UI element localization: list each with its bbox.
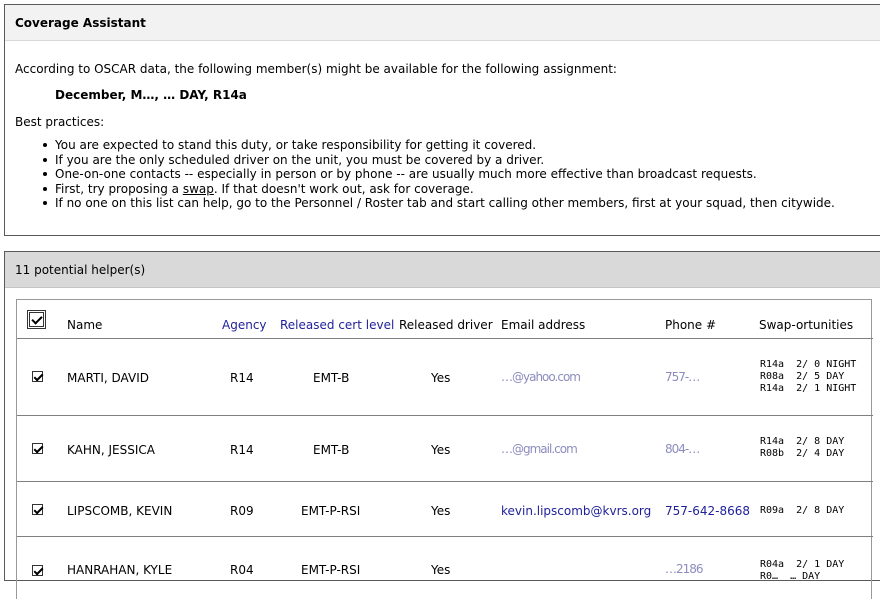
helper-agency: R14 [230, 443, 254, 457]
helper-phone-link[interactable]: 757-642-8668 [665, 504, 750, 518]
coverage-assistant-panel: Coverage Assistant According to OSCAR da… [4, 4, 880, 236]
practice-item: If you are the only scheduled driver on … [43, 153, 835, 168]
row-checkbox[interactable] [32, 504, 43, 515]
swap-entry[interactable]: R08a 2/ 5 DAY [760, 371, 844, 383]
column-header-email: Email address [501, 318, 586, 332]
swap-entry[interactable]: R08b 2/ 4 DAY [760, 448, 844, 460]
helper-phone[interactable]: 757-… [665, 370, 700, 384]
intro-text: According to OSCAR data, the following m… [15, 62, 617, 76]
column-header-phone: Phone # [665, 318, 717, 332]
row-divider [17, 481, 873, 482]
row-checkbox[interactable] [32, 371, 43, 382]
helper-phone[interactable]: …2186 [665, 562, 704, 576]
practice-swap-prefix: First, try proposing a [55, 181, 183, 196]
helper-name: LIPSCOMB, KEVIN [67, 504, 173, 518]
helper-cert: EMT-P-RSI [301, 563, 361, 577]
row-divider [17, 415, 873, 416]
best-practices-label: Best practices: [15, 115, 105, 129]
swap-entry[interactable]: R04a 2/ 1 DAY [760, 559, 844, 571]
row-checkbox[interactable] [32, 443, 43, 454]
practice-item: If no one on this list can help, go to t… [43, 196, 835, 211]
helper-email[interactable]: …@gmail.com [501, 442, 578, 456]
helpers-count-title: 11 potential helper(s) [5, 252, 880, 288]
swap-entry[interactable]: R14a 2/ 0 NIGHT [760, 359, 856, 371]
helper-cert: EMT-B [313, 371, 350, 385]
helper-driver: Yes [431, 443, 451, 457]
helper-name: KAHN, JESSICA [67, 443, 155, 457]
helper-agency: R14 [230, 371, 254, 385]
best-practices-list: You are expected to stand this duty, or … [43, 138, 835, 211]
helper-name: MARTI, DAVID [67, 371, 149, 385]
helper-agency: R09 [230, 504, 254, 518]
swap-entry[interactable]: R09a 2/ 8 DAY [760, 505, 844, 517]
row-divider [17, 338, 873, 339]
helper-name: HANRAHAN, KYLE [67, 563, 173, 577]
assignment-label: December, M…, … DAY, R14a [55, 88, 247, 102]
column-header-name: Name [67, 318, 103, 332]
practice-item: One-on-one contacts -- especially in per… [43, 167, 835, 182]
column-header-agency[interactable]: Agency [222, 318, 267, 332]
column-header-swap: Swap-ortunities [759, 318, 854, 332]
row-divider [17, 536, 873, 537]
column-header-cert-level[interactable]: Released cert level [280, 318, 394, 332]
helper-cert: EMT-B [313, 443, 350, 457]
select-all-checkbox-frame [27, 310, 46, 329]
swap-entry[interactable]: R14a 2/ 1 NIGHT [760, 383, 856, 395]
row-checkbox[interactable] [32, 565, 43, 576]
helper-email-link[interactable]: kevin.lipscomb@kvrs.org [501, 504, 651, 518]
panel-title: Coverage Assistant [5, 5, 880, 41]
helper-email[interactable]: …@yahoo.com [501, 370, 581, 384]
helper-phone[interactable]: 804-… [665, 442, 700, 456]
select-all-checkbox[interactable] [29, 312, 44, 327]
helper-agency: R04 [230, 563, 254, 577]
swap-entry[interactable]: R14a 2/ 8 DAY [760, 436, 844, 448]
helper-driver: Yes [431, 371, 451, 385]
helper-driver: Yes [431, 563, 451, 577]
helper-driver: Yes [431, 504, 451, 518]
helper-cert: EMT-P-RSI [301, 504, 361, 518]
practice-swap-suffix: . If that doesn't work out, ask for cove… [213, 181, 474, 196]
practice-item: You are expected to stand this duty, or … [43, 138, 835, 153]
column-header-driver: Released driver [399, 318, 493, 332]
swap-link[interactable]: swap [183, 182, 214, 196]
helpers-table: Name Agency Released cert level Released… [16, 299, 873, 599]
practice-item: First, try proposing a swap. If that doe… [43, 182, 835, 197]
potential-helpers-panel: 11 potential helper(s) Name Agency Relea… [4, 251, 880, 599]
